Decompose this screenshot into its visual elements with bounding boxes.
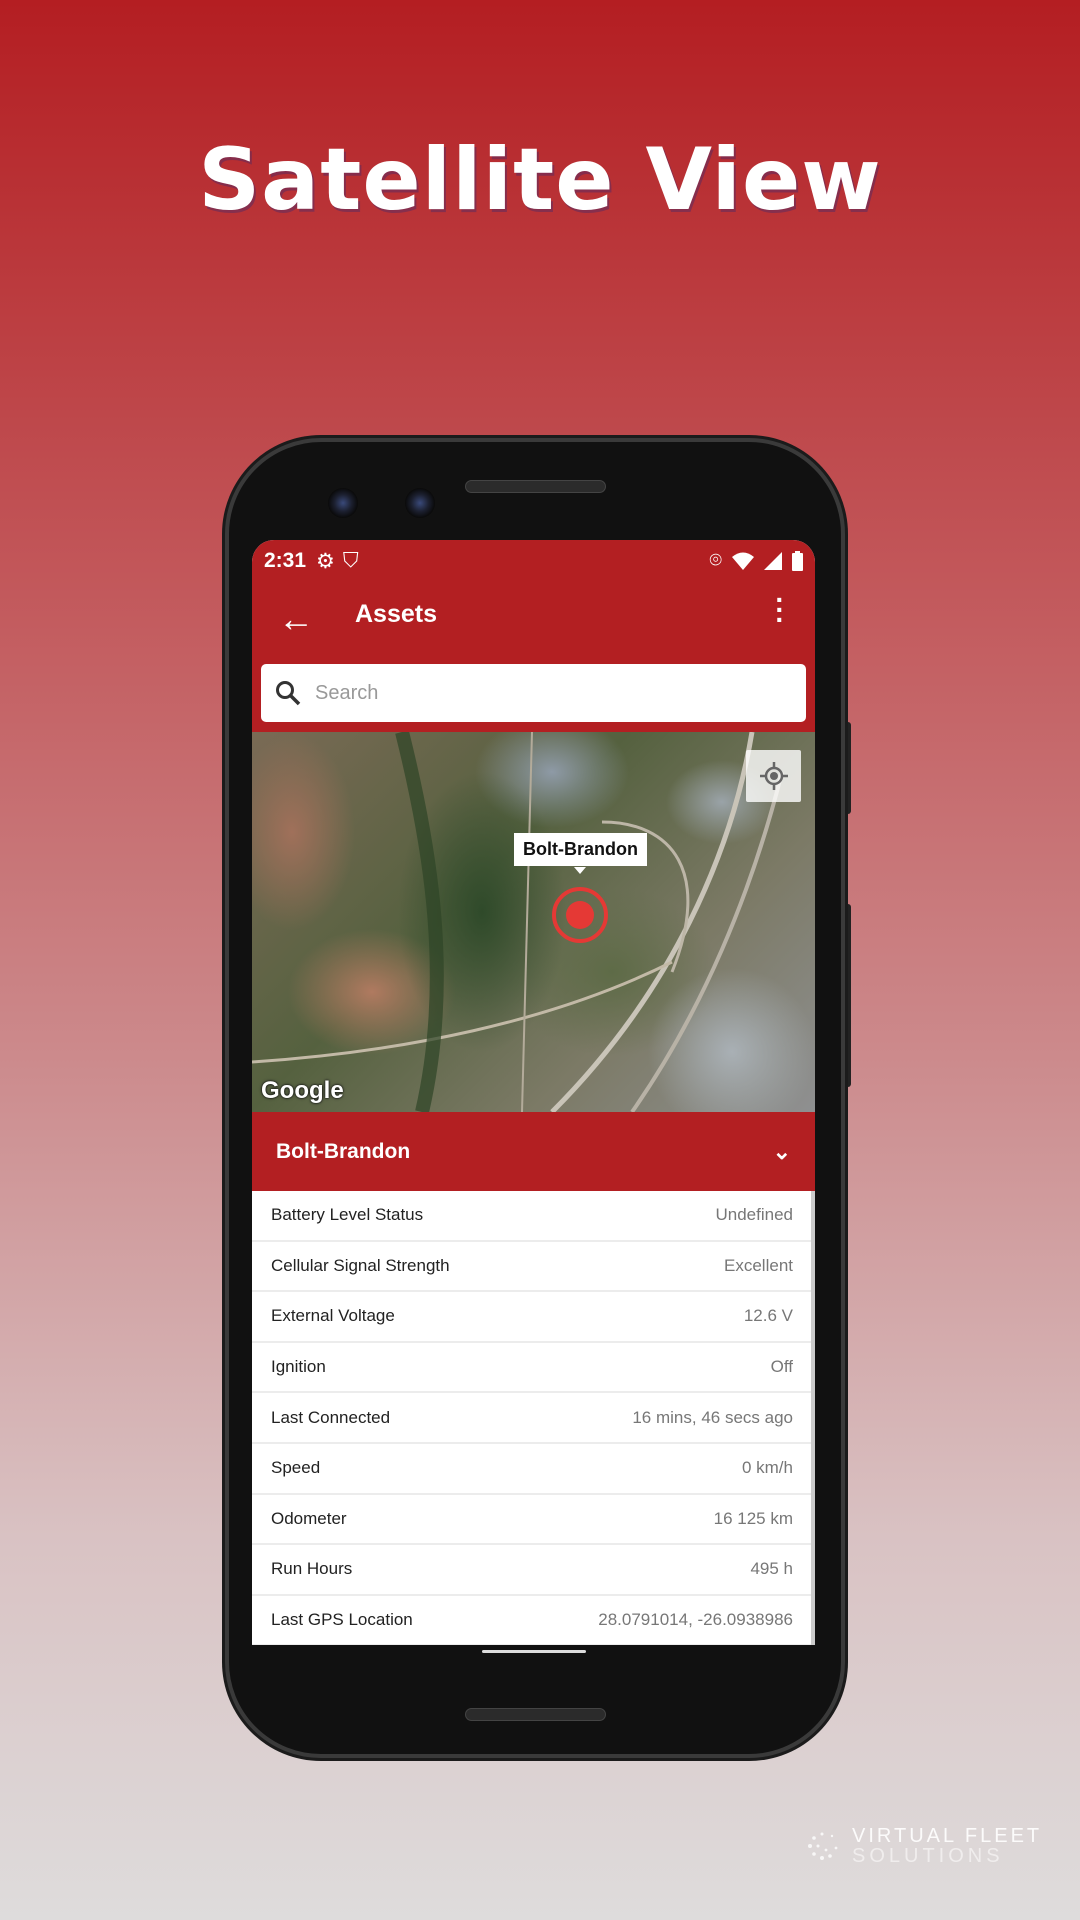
asset-details-list: Battery Level Status Undefined Cellular Si… bbox=[252, 1191, 812, 1647]
detail-row: Last Connected 16 mins, 46 secs ago bbox=[252, 1393, 812, 1444]
detail-row: Ignition Off bbox=[252, 1343, 812, 1394]
asset-panel-header[interactable]: Bolt-Brandon ⌄ bbox=[252, 1112, 815, 1191]
detail-label: Battery Level Status bbox=[271, 1205, 424, 1225]
detail-label: Run Hours bbox=[271, 1559, 353, 1579]
more-vertical-icon[interactable]: · · · bbox=[775, 586, 785, 634]
detail-value: Undefined bbox=[715, 1205, 793, 1225]
phone-screen: 2:31 ⚙ ⛉ ⌾ ← Assets ··· Bolt-Brandon Goo… bbox=[252, 540, 815, 1665]
detail-value: Off bbox=[770, 1357, 793, 1377]
brand-line2: SOLUTIONS bbox=[852, 1845, 1004, 1867]
detail-value: 12.6 V bbox=[743, 1306, 793, 1326]
detail-value: Excellent bbox=[724, 1255, 793, 1275]
app-bar: 2:31 ⚙ ⛉ ⌾ ← Assets · · · bbox=[252, 540, 815, 732]
detail-value: 16 125 km bbox=[713, 1508, 793, 1528]
detail-value: 28.0791014, -26.0938986 bbox=[598, 1610, 793, 1630]
page-title: Assets bbox=[355, 600, 437, 628]
detail-row: Run Hours 495 h bbox=[252, 1545, 812, 1596]
wifi-icon bbox=[732, 552, 754, 570]
asset-marker[interactable] bbox=[552, 887, 608, 943]
search-bar[interactable] bbox=[261, 664, 806, 722]
dots-logo-icon bbox=[808, 1832, 838, 1860]
detail-label: Odometer bbox=[271, 1508, 347, 1528]
marker-label: Bolt-Brandon bbox=[514, 833, 647, 874]
bottom-speaker bbox=[465, 1708, 606, 1721]
detail-value: 495 h bbox=[750, 1559, 793, 1579]
detail-row: External Voltage 12.6 V bbox=[252, 1292, 812, 1343]
headline: Satellite View bbox=[198, 130, 882, 230]
scrollbar[interactable] bbox=[811, 1191, 815, 1661]
detail-row: Odometer 16 125 km bbox=[252, 1495, 812, 1546]
detail-label: Speed bbox=[271, 1458, 321, 1478]
asset-name: Bolt-Brandon bbox=[276, 1139, 411, 1163]
brand-logo: VIRTUAL FLEET SOLUTIONS bbox=[802, 1826, 1042, 1866]
brand-line1: VIRTUAL FLEET bbox=[852, 1825, 1043, 1847]
status-bar: 2:31 ⚙ ⛉ ⌾ bbox=[264, 546, 803, 576]
my-location-icon bbox=[759, 762, 788, 790]
earpiece bbox=[465, 480, 606, 493]
signal-icon bbox=[764, 552, 782, 570]
status-time: 2:31 bbox=[264, 549, 307, 572]
detail-row: Last GPS Location 28.0791014, -26.0938986 bbox=[252, 1596, 812, 1647]
satellite-map[interactable]: Bolt-Brandon Google bbox=[252, 732, 815, 1112]
detail-row: Battery Level Status Undefined bbox=[252, 1191, 812, 1242]
arrow-left-icon[interactable]: ← bbox=[278, 598, 314, 640]
shield-play-icon: ⛉ bbox=[342, 549, 359, 572]
battery-icon bbox=[792, 551, 803, 571]
search-input[interactable] bbox=[315, 681, 755, 705]
detail-row: Speed 0 km/h bbox=[252, 1444, 812, 1495]
detail-label: Ignition bbox=[271, 1357, 326, 1377]
gesture-nav-bar bbox=[252, 1645, 815, 1665]
detail-value: 0 km/h bbox=[741, 1458, 793, 1478]
my-location-button[interactable] bbox=[746, 750, 801, 802]
detail-label: Last Connected bbox=[271, 1407, 391, 1427]
front-camera bbox=[328, 488, 358, 518]
detail-row: Cellular Signal Strength Excellent bbox=[252, 1242, 812, 1293]
search-icon bbox=[276, 681, 301, 706]
map-roads bbox=[252, 732, 784, 1112]
chevron-down-icon[interactable]: ⌄ bbox=[773, 1139, 791, 1165]
location-icon: ⌾ bbox=[709, 549, 722, 572]
detail-label: External Voltage bbox=[271, 1306, 395, 1326]
gear-icon: ⚙ bbox=[316, 549, 335, 573]
detail-value: 16 mins, 46 secs ago bbox=[632, 1407, 793, 1427]
detail-label: Last GPS Location bbox=[271, 1610, 413, 1630]
home-handle[interactable] bbox=[482, 1650, 586, 1653]
google-logo: Google bbox=[261, 1077, 344, 1104]
detail-label: Cellular Signal Strength bbox=[271, 1255, 450, 1275]
front-sensor bbox=[405, 488, 435, 518]
